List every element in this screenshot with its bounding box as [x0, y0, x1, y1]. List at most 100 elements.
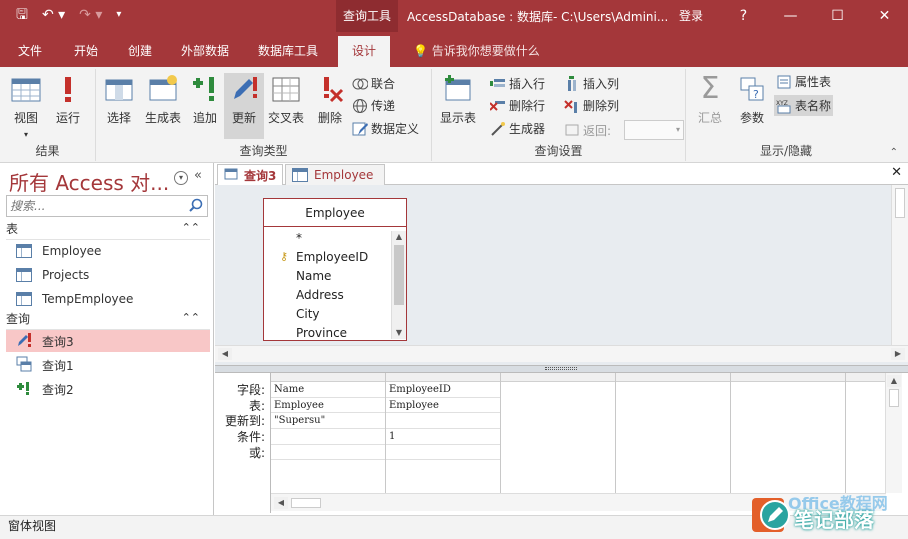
- insert-columns-button[interactable]: 插入列: [564, 75, 619, 92]
- undo-icon[interactable]: ↶ ▾: [42, 7, 65, 23]
- nav-item-tempemployee[interactable]: TempEmployee: [16, 288, 210, 310]
- table-pane-vscroll[interactable]: [891, 185, 908, 348]
- save-icon[interactable]: 🖫: [16, 7, 28, 23]
- close-document-icon[interactable]: ✕: [891, 165, 902, 180]
- doc-tab-label: Employee: [314, 168, 374, 182]
- grid-column[interactable]: Name Employee "Supersu": [271, 373, 386, 493]
- scroll-left-icon[interactable]: ◀: [218, 348, 232, 360]
- grid-cell[interactable]: 1: [386, 429, 500, 445]
- pane-splitter[interactable]: [215, 365, 908, 373]
- grid-cell[interactable]: Employee: [386, 398, 500, 414]
- scroll-down-icon[interactable]: ▼: [392, 327, 406, 339]
- grid-column[interactable]: [501, 373, 616, 493]
- signin-link[interactable]: 登录: [679, 7, 703, 24]
- insert-rows-button[interactable]: 插入行: [490, 75, 545, 92]
- grid-column[interactable]: EmployeeID Employee 1: [386, 373, 501, 493]
- scroll-thumb[interactable]: [889, 389, 899, 407]
- field-all[interactable]: *: [296, 231, 302, 245]
- scroll-left-icon[interactable]: ◀: [274, 497, 288, 509]
- tell-me-box[interactable]: 💡 告诉我你想要做什么: [413, 42, 540, 59]
- grid-column[interactable]: [731, 373, 846, 493]
- tab-database-tools[interactable]: 数据库工具: [258, 42, 318, 59]
- column-selector[interactable]: [386, 373, 500, 382]
- column-selector[interactable]: [731, 373, 845, 382]
- grid-cell[interactable]: Employee: [271, 398, 385, 414]
- column-selector[interactable]: [501, 373, 615, 382]
- column-selector[interactable]: [846, 373, 886, 382]
- redo-icon[interactable]: ↷ ▾: [79, 7, 102, 23]
- search-icon[interactable]: [189, 198, 203, 215]
- nav-pane-title[interactable]: 所有 Access 对...: [9, 167, 169, 196]
- nav-menu-icon[interactable]: ▾: [174, 171, 188, 185]
- grid-cell[interactable]: [386, 413, 500, 430]
- show-table-button[interactable]: 显示表: [436, 73, 480, 126]
- delete-columns-button[interactable]: 删除列: [564, 97, 619, 114]
- scroll-right-icon[interactable]: ▶: [891, 348, 905, 360]
- grid-cell[interactable]: EmployeeID: [386, 382, 500, 398]
- nav-item-projects[interactable]: Projects: [16, 264, 210, 286]
- scroll-up-icon[interactable]: ▲: [887, 375, 901, 387]
- scroll-thumb[interactable]: [291, 498, 321, 508]
- union-button[interactable]: 联合: [352, 75, 395, 92]
- column-selector[interactable]: [616, 373, 730, 382]
- grid-vscroll[interactable]: ▲: [885, 373, 902, 493]
- nav-section-queries[interactable]: 查询 ⌃⌃: [6, 310, 210, 330]
- tab-home[interactable]: 开始: [74, 42, 98, 59]
- builder-button[interactable]: 生成器: [490, 120, 545, 137]
- delete-rows-button[interactable]: 删除行: [489, 97, 545, 114]
- crosstab-button[interactable]: 交叉表: [266, 73, 306, 126]
- tab-create[interactable]: 创建: [128, 42, 152, 59]
- update-button[interactable]: 更新: [224, 73, 264, 139]
- table-pane-hscroll[interactable]: ◀ ▶: [215, 345, 908, 362]
- append-button[interactable]: 追加: [185, 73, 225, 126]
- maximize-button[interactable]: ☐: [814, 0, 861, 32]
- nav-item-query3[interactable]: 查询3: [6, 330, 210, 352]
- nav-search-input[interactable]: [7, 196, 177, 216]
- view-button[interactable]: 视图 ▾: [6, 73, 46, 140]
- customize-qat-icon[interactable]: ▾: [116, 7, 121, 23]
- grid-column[interactable]: [846, 373, 886, 493]
- tab-external-data[interactable]: 外部数据: [181, 42, 229, 59]
- nav-item-employee[interactable]: Employee: [16, 240, 210, 262]
- scroll-thumb[interactable]: [895, 188, 905, 218]
- totals-button[interactable]: Σ 汇总: [690, 73, 730, 126]
- make-table-button[interactable]: 生成表: [141, 73, 185, 126]
- grid-column[interactable]: [616, 373, 731, 493]
- scroll-thumb[interactable]: [394, 245, 404, 305]
- nav-item-query2[interactable]: 查询2: [16, 378, 210, 400]
- tab-file[interactable]: 文件: [18, 42, 42, 59]
- data-definition-button[interactable]: 数据定义: [352, 120, 419, 137]
- passthrough-button[interactable]: 传递: [352, 97, 395, 114]
- field-employeeid[interactable]: EmployeeID: [296, 250, 368, 264]
- run-button[interactable]: 运行: [48, 73, 88, 126]
- scroll-up-icon[interactable]: ▲: [392, 231, 406, 243]
- grid-cell[interactable]: [271, 429, 385, 445]
- nav-section-tables[interactable]: 表 ⌃⌃: [6, 220, 210, 240]
- minimize-button[interactable]: —: [767, 0, 814, 32]
- parameters-button[interactable]: ? 参数: [732, 73, 772, 126]
- grid-cell[interactable]: [271, 445, 385, 461]
- grid-cell[interactable]: Name: [271, 382, 385, 398]
- grid-cell[interactable]: "Supersu": [271, 413, 385, 430]
- table-names-button[interactable]: XYZ 表名称: [774, 95, 834, 116]
- select-button[interactable]: 选择: [99, 73, 139, 126]
- field-city[interactable]: City: [296, 307, 320, 321]
- delete-button[interactable]: 删除: [310, 73, 350, 126]
- property-sheet-button[interactable]: 属性表: [776, 73, 831, 90]
- collapse-ribbon-icon[interactable]: ⌃: [890, 147, 898, 158]
- column-selector[interactable]: [271, 373, 385, 382]
- doc-tab-employee[interactable]: Employee: [285, 164, 385, 185]
- help-button[interactable]: ?: [720, 0, 767, 32]
- nav-item-query1[interactable]: 查询1: [16, 354, 210, 376]
- return-label: 返回:: [583, 123, 612, 138]
- tab-design[interactable]: 设计: [338, 36, 391, 67]
- field-province[interactable]: Province: [296, 326, 347, 340]
- field-address[interactable]: Address: [296, 288, 344, 302]
- field-list-employee[interactable]: Employee * ⚷ EmployeeID Name Address Cit…: [263, 198, 407, 341]
- field-list-scrollbar[interactable]: ▲ ▼: [391, 231, 406, 339]
- grid-cell[interactable]: [386, 445, 500, 461]
- shutter-bar-icon[interactable]: «: [194, 168, 202, 183]
- close-button[interactable]: ✕: [861, 0, 908, 32]
- field-name[interactable]: Name: [296, 269, 331, 283]
- doc-tab-query3[interactable]: 查询3: [217, 164, 284, 185]
